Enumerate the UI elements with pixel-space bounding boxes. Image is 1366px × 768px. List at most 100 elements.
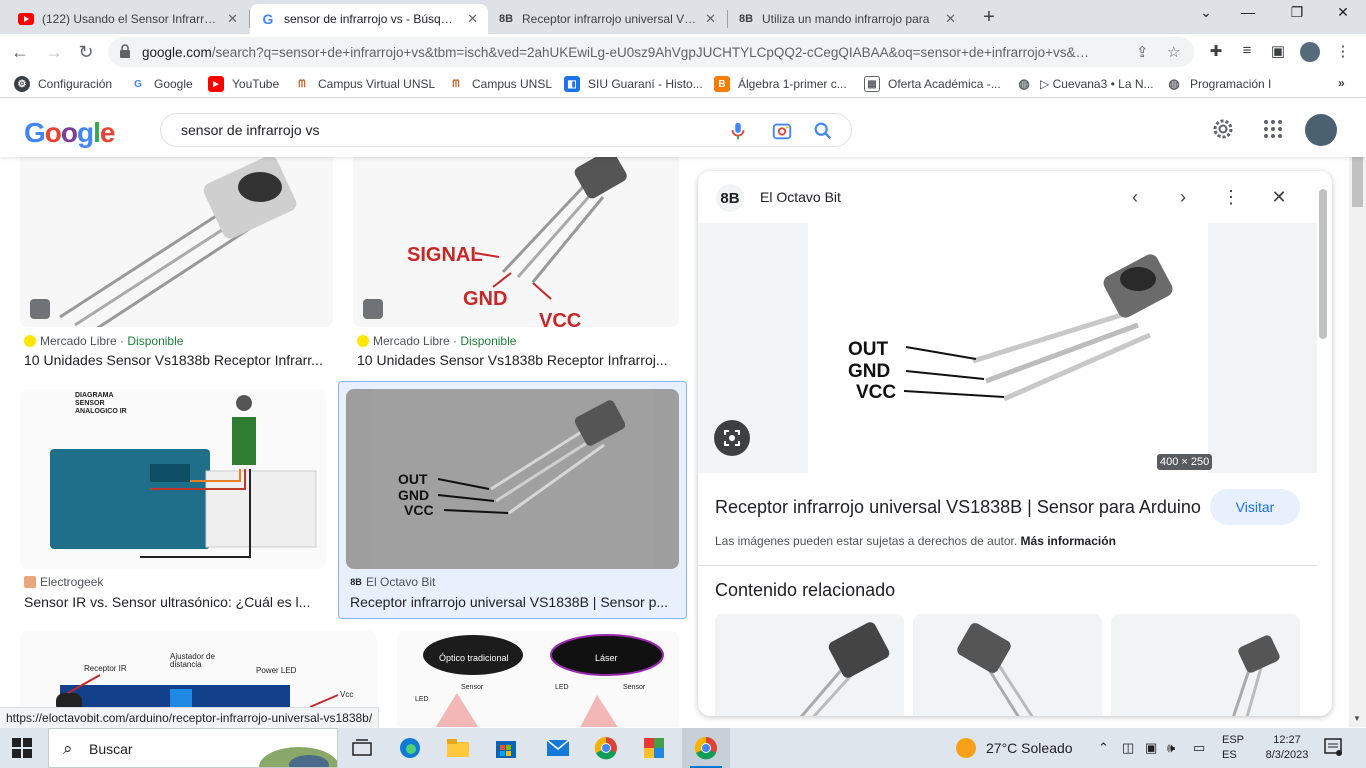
bookmark-siu[interactable]: ◧ SIU Guaraní - Histo... bbox=[564, 76, 703, 92]
tab-youtube[interactable]: (122) Usando el Sensor Infrarrojo ✕ bbox=[8, 4, 248, 34]
reading-list-icon[interactable]: ≡ bbox=[1237, 42, 1257, 62]
next-arrow-icon[interactable]: › bbox=[1171, 185, 1195, 209]
image-results-grid: Mercado Libre · Disponible 10 Unidades S… bbox=[0, 157, 690, 727]
bookmark-configuracion[interactable]: ⚙ Configuración bbox=[14, 76, 112, 92]
apps-grid-icon[interactable] bbox=[1261, 117, 1285, 141]
panel-scrollbar[interactable] bbox=[1317, 187, 1329, 707]
blogger-icon: B bbox=[714, 76, 730, 92]
tab-close-icon[interactable]: ✕ bbox=[467, 11, 478, 27]
file-explorer-icon[interactable] bbox=[434, 728, 482, 768]
network-icon[interactable]: ▣ bbox=[1145, 740, 1157, 756]
bookmark-cuevana[interactable]: ◍ ▷ Cuevana3 • La N... bbox=[1016, 76, 1153, 92]
lens-search-icon[interactable] bbox=[771, 120, 793, 142]
voice-search-icon[interactable] bbox=[727, 120, 749, 142]
mail-icon[interactable] bbox=[534, 728, 582, 768]
bookmark-youtube[interactable]: ▶ YouTube bbox=[208, 76, 279, 92]
bookmark-star-icon[interactable]: ☆ bbox=[1167, 43, 1180, 61]
tab-mando[interactable]: 8B Utiliza un mando infrarrojo para ✕ bbox=[728, 4, 966, 34]
result-thumbnail[interactable]: OUT GND VCC bbox=[346, 389, 679, 569]
new-tab-button[interactable]: + bbox=[978, 6, 1000, 29]
tab-receptor[interactable]: 8B Receptor infrarrojo universal VS1 ✕ bbox=[488, 4, 726, 34]
google-logo[interactable]: Google bbox=[24, 117, 115, 149]
related-content-heading: Contenido relacionado bbox=[715, 580, 896, 600]
search-icon[interactable] bbox=[812, 120, 834, 142]
extensions-icon[interactable]: ✚ bbox=[1206, 42, 1226, 62]
sun-icon bbox=[956, 738, 976, 758]
svg-text:LED: LED bbox=[555, 684, 569, 691]
forward-button[interactable]: → bbox=[42, 40, 66, 64]
bookmark-campus-virtual[interactable]: ᗰ Campus Virtual UNSL bbox=[294, 76, 435, 92]
more-info-link[interactable]: Más información bbox=[1021, 534, 1116, 548]
volume-icon[interactable]: 🕪 bbox=[1167, 740, 1175, 756]
share-icon[interactable]: ⇪ bbox=[1136, 43, 1149, 61]
tab-search-chevron-icon[interactable]: ⌄ bbox=[1196, 4, 1216, 21]
weather-widget[interactable]: 27°C Soleado bbox=[956, 738, 1073, 758]
preview-title[interactable]: Receptor infrarrojo universal VS1838B | … bbox=[715, 497, 1201, 518]
tab-close-icon[interactable]: ✕ bbox=[227, 11, 238, 27]
tab-google-search[interactable]: G sensor de infrarrojo vs - Búsqued ✕ bbox=[250, 4, 488, 34]
site-logo[interactable]: 8B bbox=[716, 184, 744, 212]
close-window-button[interactable]: ✕ bbox=[1333, 4, 1353, 21]
preview-image[interactable]: OUT GND VCC bbox=[808, 223, 1208, 473]
gear-icon[interactable] bbox=[1211, 117, 1235, 141]
related-thumbnail[interactable] bbox=[913, 614, 1102, 716]
side-panel-icon[interactable]: ▣ bbox=[1268, 42, 1288, 62]
site-name[interactable]: El Octavo Bit bbox=[760, 189, 841, 205]
result-title[interactable]: Sensor IR vs. Sensor ultrasónico: ¿Cuál … bbox=[24, 594, 322, 610]
restore-button[interactable]: ❐ bbox=[1287, 4, 1307, 21]
svg-text:Láser: Láser bbox=[595, 653, 618, 663]
scroll-down-icon[interactable]: ▼ bbox=[1353, 714, 1361, 723]
tray-app-icon[interactable]: ◫ bbox=[1122, 740, 1134, 756]
back-button[interactable]: ← bbox=[8, 40, 32, 64]
tray-settings-icon[interactable]: ▭ bbox=[1193, 740, 1205, 756]
edge-icon[interactable] bbox=[386, 728, 434, 768]
source-name: Electrogeek bbox=[40, 575, 104, 589]
page-scrollbar[interactable]: ▲ ▼ bbox=[1349, 99, 1366, 727]
result-title[interactable]: Receptor infrarrojo universal VS1838B | … bbox=[350, 594, 678, 610]
taskbar-search[interactable]: ⌕ Buscar bbox=[48, 728, 338, 768]
svg-text:SENSOR: SENSOR bbox=[75, 400, 105, 407]
image-preview-panel: 8B El Octavo Bit ‹ › ⋮ ✕ OUT GND VCC 400… bbox=[698, 171, 1332, 716]
tab-close-icon[interactable]: ✕ bbox=[945, 11, 956, 27]
account-avatar[interactable] bbox=[1305, 114, 1337, 146]
minimize-button[interactable]: — bbox=[1238, 4, 1258, 20]
search-icon: ⌕ bbox=[63, 739, 73, 758]
bookmark-oferta[interactable]: ▦ Oferta Académica -... bbox=[864, 76, 1001, 92]
chrome-icon[interactable] bbox=[582, 728, 630, 768]
language-indicator[interactable]: ESP ES bbox=[1222, 733, 1244, 763]
result-thumbnail[interactable] bbox=[20, 157, 333, 327]
bookmark-campus-unsl[interactable]: ᗰ Campus UNSL bbox=[448, 76, 552, 92]
related-thumbnail[interactable] bbox=[1111, 614, 1300, 716]
address-bar[interactable]: google.com/search?q=sensor+de+infrarrojo… bbox=[108, 37, 1194, 67]
bookmark-programacion[interactable]: ◍ Programación I bbox=[1166, 76, 1271, 92]
profile-avatar[interactable] bbox=[1300, 42, 1320, 62]
bookmark-google[interactable]: G Google bbox=[130, 76, 193, 92]
google-lens-button[interactable] bbox=[714, 420, 750, 456]
tab-close-icon[interactable]: ✕ bbox=[705, 11, 716, 27]
svg-text:VCC: VCC bbox=[404, 502, 434, 518]
task-view-icon[interactable] bbox=[338, 728, 386, 768]
tray-chevron-icon[interactable]: ⌃ bbox=[1098, 740, 1109, 756]
solitaire-icon[interactable] bbox=[630, 728, 678, 768]
svg-text:VCC: VCC bbox=[856, 382, 896, 403]
related-thumbnail[interactable] bbox=[715, 614, 904, 716]
result-thumbnail[interactable]: SIGNAL GND VCC bbox=[353, 157, 679, 327]
result-title[interactable]: 10 Unidades Sensor Vs1838b Receptor Infr… bbox=[357, 352, 679, 368]
bookmark-algebra[interactable]: B Álgebra 1-primer c... bbox=[714, 76, 847, 92]
reload-button[interactable]: ↻ bbox=[74, 40, 98, 64]
search-input[interactable] bbox=[181, 120, 721, 140]
close-icon[interactable]: ✕ bbox=[1267, 185, 1291, 209]
notification-icon[interactable] bbox=[1324, 738, 1342, 756]
bookmarks-overflow-icon[interactable]: » bbox=[1338, 76, 1345, 90]
menu-kebab-icon[interactable]: ⋮ bbox=[1333, 42, 1353, 62]
chrome-active-icon[interactable] bbox=[682, 728, 730, 768]
result-title[interactable]: 10 Unidades Sensor Vs1838b Receptor Infr… bbox=[24, 352, 330, 368]
more-options-icon[interactable]: ⋮ bbox=[1219, 185, 1243, 209]
result-thumbnail[interactable]: DIAGRAMA SENSOR ANALOGICO IR bbox=[20, 389, 326, 569]
visit-button[interactable]: Visitar bbox=[1210, 489, 1300, 525]
previous-arrow-icon[interactable]: ‹ bbox=[1123, 185, 1147, 209]
system-clock[interactable]: 12:27 8/3/2023 bbox=[1262, 733, 1312, 763]
store-icon[interactable] bbox=[482, 728, 530, 768]
result-thumbnail[interactable]: Óptico tradicional Láser Sensor LED LED … bbox=[397, 631, 679, 727]
windows-start-icon[interactable] bbox=[12, 738, 32, 758]
